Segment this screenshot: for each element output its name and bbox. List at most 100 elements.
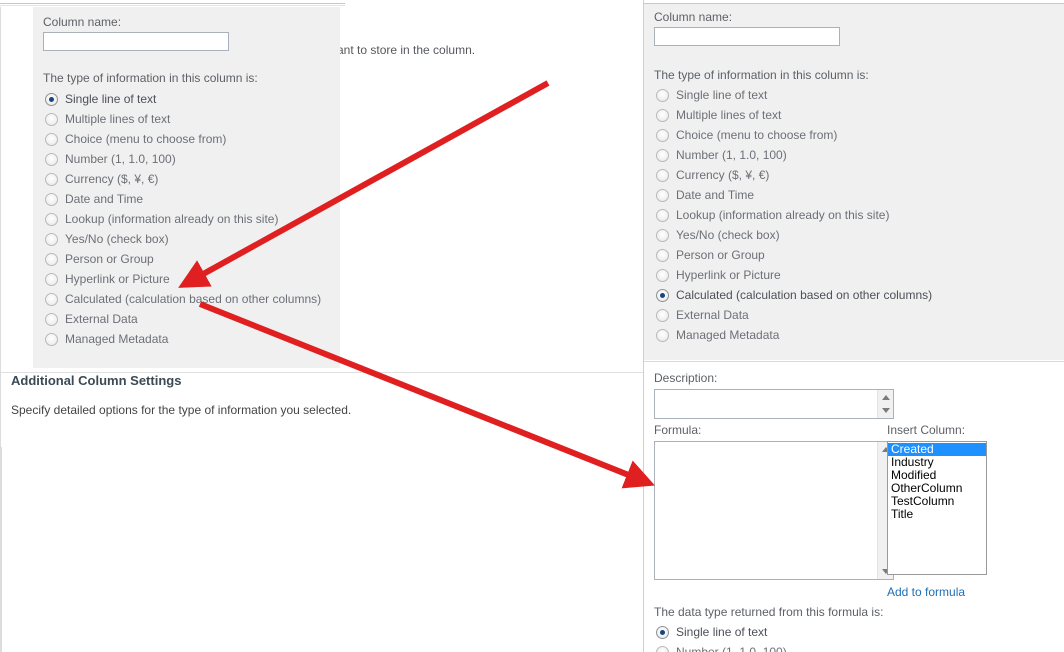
left-column-type-option-label: Managed Metadata: [65, 332, 169, 346]
return-data-type-option-0[interactable]: Single line of text: [656, 622, 787, 642]
left-column-name-input[interactable]: [43, 32, 229, 51]
radio-unchecked-icon[interactable]: [656, 248, 669, 262]
top-rule-shadow: [0, 5, 345, 6]
radio-unchecked-icon[interactable]: [656, 328, 669, 342]
radio-unchecked-icon[interactable]: [45, 292, 58, 306]
radio-unchecked-icon[interactable]: [45, 332, 58, 346]
right-column-type-panel: Column name: The type of information in …: [644, 3, 1064, 360]
radio-checked-icon[interactable]: [656, 625, 669, 639]
insert-column-listbox[interactable]: Created Industry Modified OtherColumn TestCo…: [887, 441, 987, 575]
radio-unchecked-icon[interactable]: [656, 168, 669, 182]
radio-unchecked-icon[interactable]: [656, 308, 669, 322]
right-column-type-option-2[interactable]: Choice (menu to choose from): [656, 125, 932, 145]
left-column-type-option-label: Number (1, 1.0, 100): [65, 152, 176, 166]
radio-unchecked-icon[interactable]: [656, 148, 669, 162]
radio-unchecked-icon[interactable]: [45, 312, 58, 326]
right-column-type-option-0[interactable]: Single line of text: [656, 85, 932, 105]
right-column-type-option-5[interactable]: Date and Time: [656, 185, 932, 205]
radio-unchecked-icon[interactable]: [45, 112, 58, 126]
left-column-type-option-9[interactable]: Hyperlink or Picture: [45, 269, 321, 289]
description-textarea[interactable]: [655, 390, 877, 418]
right-column-type-option-7[interactable]: Yes/No (check box): [656, 225, 932, 245]
insert-column-label: Insert Column:: [887, 423, 966, 437]
left-column-type-option-label: Currency ($, ¥, €): [65, 172, 159, 186]
left-column-type-option-12[interactable]: Managed Metadata: [45, 329, 321, 349]
right-column-type-option-3[interactable]: Number (1, 1.0, 100): [656, 145, 932, 165]
formula-textarea[interactable]: [655, 442, 877, 579]
left-column-type-option-1[interactable]: Multiple lines of text: [45, 109, 321, 129]
right-column-type-option-label: Calculated (calculation based on other c…: [676, 288, 933, 302]
formula-textarea-wrap: [654, 441, 894, 580]
left-column-type-option-label: External Data: [65, 312, 138, 326]
left-column-type-option-label: Single line of text: [65, 92, 157, 106]
right-column-type-radio-group[interactable]: Single line of text Multiple lines of tex…: [656, 85, 932, 345]
left-column-type-option-3[interactable]: Number (1, 1.0, 100): [45, 149, 321, 169]
left-column-type-option-label: Multiple lines of text: [65, 112, 171, 126]
right-column-type-option-9[interactable]: Hyperlink or Picture: [656, 265, 932, 285]
right-column-type-option-label: Single line of text: [676, 88, 768, 102]
radio-unchecked-icon[interactable]: [656, 645, 669, 652]
left-column-type-option-11[interactable]: External Data: [45, 309, 321, 329]
right-column-type-option-label: Choice (menu to choose from): [676, 128, 838, 142]
radio-unchecked-icon[interactable]: [656, 128, 669, 142]
left-column-type-panel: Column name: The type of information in …: [33, 7, 340, 368]
right-column-type-option-label: Date and Time: [676, 188, 755, 202]
left-column-type-option-5[interactable]: Date and Time: [45, 189, 321, 209]
screenshot-root: ant to store in the column. Additional C…: [0, 0, 1064, 652]
radio-unchecked-icon[interactable]: [656, 188, 669, 202]
left-types-intro: The type of information in this column i…: [43, 71, 258, 85]
radio-unchecked-icon[interactable]: [656, 268, 669, 282]
right-column-type-option-1[interactable]: Multiple lines of text: [656, 105, 932, 125]
scroll-down-icon[interactable]: [878, 403, 894, 418]
radio-unchecked-icon[interactable]: [45, 252, 58, 266]
right-column-type-option-label: External Data: [676, 308, 749, 322]
radio-unchecked-icon[interactable]: [656, 208, 669, 222]
return-data-type-option-label: Number (1, 1.0, 100): [676, 645, 787, 652]
radio-unchecked-icon[interactable]: [45, 232, 58, 246]
radio-unchecked-icon[interactable]: [45, 272, 58, 286]
return-type-intro: The data type returned from this formula…: [654, 605, 884, 619]
radio-unchecked-icon[interactable]: [45, 212, 58, 226]
description-textarea-wrap: [654, 389, 894, 419]
left-column-type-option-6[interactable]: Lookup (information already on this site…: [45, 209, 321, 229]
left-column-type-option-10[interactable]: Calculated (calculation based on other c…: [45, 289, 321, 309]
radio-unchecked-icon[interactable]: [656, 108, 669, 122]
right-column-type-option-label: Multiple lines of text: [676, 108, 782, 122]
right-column-name-input[interactable]: [654, 27, 840, 46]
right-column-type-option-8[interactable]: Person or Group: [656, 245, 932, 265]
left-column-type-option-2[interactable]: Choice (menu to choose from): [45, 129, 321, 149]
add-to-formula-link[interactable]: Add to formula: [887, 585, 965, 599]
left-column-type-option-0[interactable]: Single line of text: [45, 89, 321, 109]
right-column-type-option-label: Currency ($, ¥, €): [676, 168, 770, 182]
right-column-type-option-label: Hyperlink or Picture: [676, 268, 781, 282]
left-column-type-option-label: Lookup (information already on this site…: [65, 212, 279, 226]
right-column-type-option-4[interactable]: Currency ($, ¥, €): [656, 165, 932, 185]
right-column-type-option-11[interactable]: External Data: [656, 305, 932, 325]
right-column-type-option-label: Person or Group: [676, 248, 765, 262]
left-column-name-label: Column name:: [43, 15, 122, 29]
radio-checked-icon[interactable]: [45, 92, 58, 106]
radio-unchecked-icon[interactable]: [45, 172, 58, 186]
right-column-type-option-label: Number (1, 1.0, 100): [676, 148, 787, 162]
radio-unchecked-icon[interactable]: [656, 88, 669, 102]
radio-unchecked-icon[interactable]: [45, 152, 58, 166]
left-column-type-option-8[interactable]: Person or Group: [45, 249, 321, 269]
right-column-type-option-12[interactable]: Managed Metadata: [656, 325, 932, 345]
right-column-type-option-10[interactable]: Calculated (calculation based on other c…: [656, 285, 932, 305]
radio-unchecked-icon[interactable]: [45, 192, 58, 206]
left-column-type-option-7[interactable]: Yes/No (check box): [45, 229, 321, 249]
insert-column-option-5[interactable]: Title: [888, 508, 986, 521]
left-column-type-radio-group[interactable]: Single line of text Multiple lines of tex…: [45, 89, 321, 349]
description-scrollbar[interactable]: [877, 390, 893, 418]
return-data-type-option-1[interactable]: Number (1, 1.0, 100): [656, 642, 787, 652]
radio-unchecked-icon[interactable]: [45, 132, 58, 146]
description-label: Description:: [654, 371, 718, 385]
additional-column-settings-description: Specify detailed options for the type of…: [11, 403, 352, 417]
left-column-type-option-4[interactable]: Currency ($, ¥, €): [45, 169, 321, 189]
radio-checked-icon[interactable]: [656, 288, 669, 302]
right-column-type-option-6[interactable]: Lookup (information already on this site…: [656, 205, 932, 225]
left-pane: ant to store in the column. Additional C…: [0, 0, 643, 652]
left-card-edge: [1, 447, 2, 652]
radio-unchecked-icon[interactable]: [656, 228, 669, 242]
return-type-radio-group[interactable]: Single line of text Number (1, 1.0, 100): [656, 622, 787, 652]
